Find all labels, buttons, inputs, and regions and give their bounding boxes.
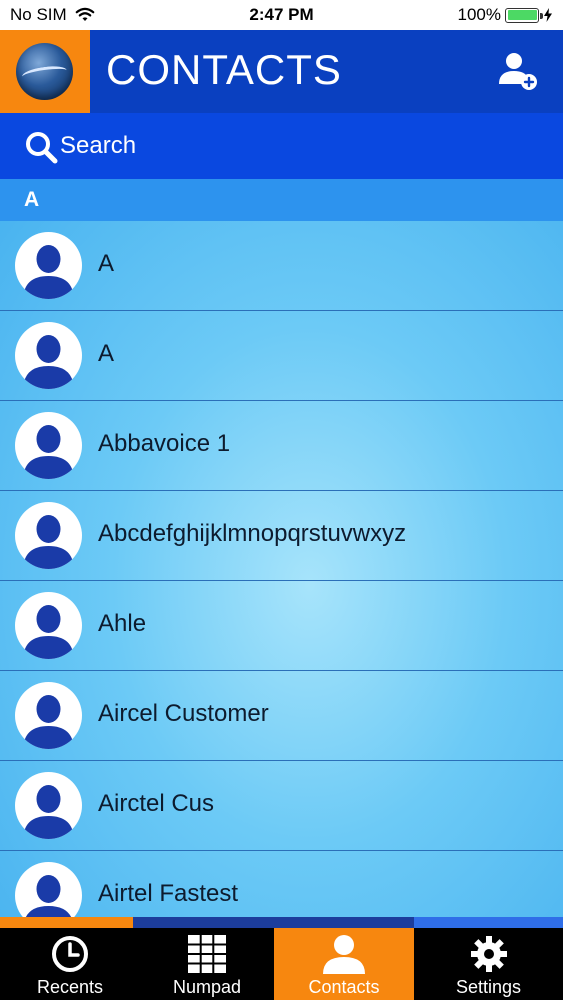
keypad-grid-icon	[188, 935, 226, 973]
logo-orb	[16, 43, 73, 100]
search-bar[interactable]: Search	[0, 113, 563, 179]
search-input[interactable]: Search	[60, 132, 136, 160]
tab-bar: Recents Numpad Contacts Settings	[0, 928, 563, 1000]
tab-recents-label: Recents	[36, 977, 104, 997]
tab-contacts[interactable]: Contacts	[274, 928, 414, 1000]
contact-row[interactable]: A	[0, 221, 563, 311]
strip-orange-segment	[0, 917, 133, 928]
charging-bolt-icon	[544, 8, 552, 22]
avatar	[15, 232, 82, 299]
contact-row[interactable]: Ahle	[0, 581, 563, 671]
avatar	[15, 322, 82, 389]
contact-name: Abcdefghijklmnopqrstuvwxyz	[98, 520, 407, 547]
person-silhouette-icon	[23, 245, 74, 299]
contact-name: A	[98, 340, 115, 367]
contact-name: Aircel Customer	[98, 700, 269, 727]
avatar	[15, 412, 82, 479]
tab-indicator-strip	[0, 917, 563, 928]
tab-numpad[interactable]: Numpad	[140, 928, 274, 1000]
tab-settings[interactable]: Settings	[414, 928, 563, 1000]
avatar	[15, 682, 82, 749]
avatar	[15, 502, 82, 569]
contact-name: Ahle	[98, 610, 147, 637]
gear-icon	[470, 936, 507, 972]
add-person-icon[interactable]	[497, 50, 539, 92]
avatar	[15, 592, 82, 659]
battery-percent: 100%	[457, 5, 501, 24]
page-title: CONTACTS	[106, 46, 342, 93]
person-silhouette-icon	[23, 605, 74, 659]
person-silhouette-icon	[25, 875, 72, 917]
search-icon	[26, 132, 58, 164]
contact-row[interactable]: Abcdefghijklmnopqrstuvwxyz	[0, 491, 563, 581]
app-header: CONTACTS	[0, 30, 563, 113]
person-silhouette-icon	[23, 425, 74, 479]
battery-nub	[540, 12, 543, 19]
status-right: 100%	[458, 5, 553, 25]
contact-row[interactable]: Airctel Cus	[0, 761, 563, 851]
status-bar: No SIM 2:47 PM 100%	[0, 0, 563, 30]
section-header-a: A	[0, 179, 563, 221]
app-logo-icon	[0, 30, 90, 113]
clock-icon	[52, 936, 88, 972]
logo-swoosh	[21, 63, 68, 84]
contact-name: Airctel Cus	[98, 790, 215, 817]
tab-recents[interactable]: Recents	[0, 928, 140, 1000]
person-icon	[323, 935, 365, 974]
strip-blue-segment	[414, 917, 563, 928]
person-silhouette-icon	[23, 335, 74, 389]
contact-name: Abbavoice 1	[98, 430, 231, 457]
contacts-list[interactable]: A A A Abbavoice 1 Abcdefghijklmnopqrstuvwxy…	[0, 179, 563, 917]
battery-fill	[507, 10, 537, 20]
avatar	[15, 772, 82, 839]
battery-icon	[505, 7, 543, 23]
contact-name: Airtel Fastest	[98, 880, 239, 907]
tab-contacts-label: Contacts	[308, 977, 380, 997]
contact-name: A	[98, 250, 115, 277]
contact-row[interactable]: Airtel Fastest	[0, 851, 563, 917]
contact-row[interactable]: Abbavoice 1	[0, 401, 563, 491]
contact-row[interactable]: A	[0, 311, 563, 401]
tab-numpad-label: Numpad	[172, 977, 242, 997]
person-silhouette-icon	[23, 515, 74, 569]
contact-row[interactable]: Aircel Customer	[0, 671, 563, 761]
tab-settings-label: Settings	[455, 977, 522, 997]
person-silhouette-icon	[23, 785, 74, 839]
avatar	[15, 862, 82, 917]
person-silhouette-icon	[23, 695, 74, 749]
